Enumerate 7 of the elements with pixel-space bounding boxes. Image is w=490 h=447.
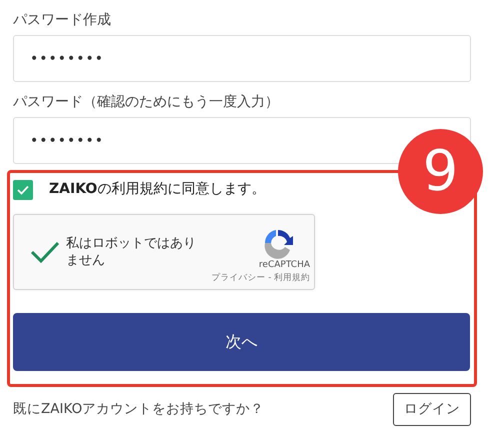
account-question: 既にZAIKOアカウントをお持ちですか？: [13, 400, 264, 420]
step-badge-overlay: 9: [398, 129, 483, 214]
field-label: パスワード（確認のためにもう一度入力）: [13, 93, 280, 112]
terms-text: ZAIKOの利用規約に同意します。: [49, 180, 266, 199]
recaptcha-label: 私はロボットではありません: [66, 235, 197, 269]
field-label: パスワード作成: [13, 11, 112, 30]
recaptcha-brand: reCAPTCHA: [258, 258, 310, 272]
